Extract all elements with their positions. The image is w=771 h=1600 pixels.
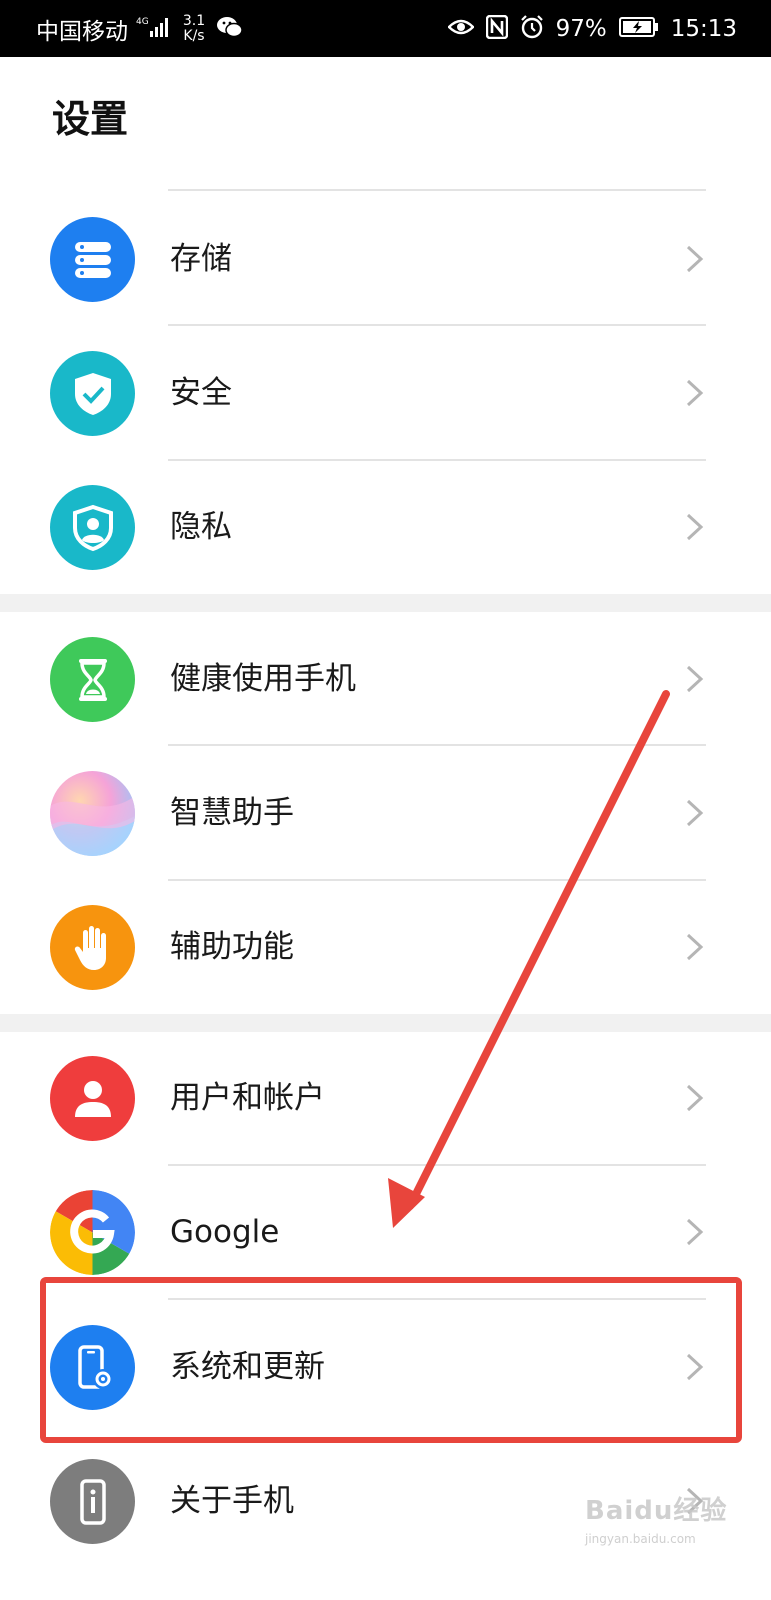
settings-item-label: 健康使用手机 (170, 661, 356, 697)
settings-item-label: 关于手机 (170, 1483, 294, 1519)
chevron-right-icon (686, 799, 704, 827)
nfc-icon (485, 14, 508, 43)
settings-item-label: 隐私 (170, 509, 232, 545)
about-phone-icon (50, 1459, 135, 1544)
status-bar: 中国移动 4G 3.1 K/s 97% 15:13 (0, 0, 771, 57)
settings-item-label: 用户和帐户 (170, 1080, 325, 1116)
watermark-logo: Baidu经验 (585, 1496, 728, 1526)
user-icon (50, 1056, 135, 1141)
watermark-url: jingyan.baidu.com (585, 1532, 696, 1546)
settings-item-label: 智慧助手 (170, 795, 294, 831)
settings-item-privacy[interactable]: 隐私 (0, 459, 771, 595)
settings-item-users-accounts[interactable]: 用户和帐户 (0, 1030, 771, 1166)
carrier-name: 中国移动 (36, 18, 128, 45)
hourglass-icon (50, 637, 135, 722)
signal-icon: 4G (136, 15, 172, 43)
settings-item-digital-balance[interactable]: 健康使用手机 (0, 611, 771, 747)
svg-text:4G: 4G (136, 17, 149, 27)
settings-item-security[interactable]: 安全 (0, 325, 771, 461)
chevron-right-icon (686, 245, 704, 273)
wechat-icon (216, 15, 244, 43)
settings-item-storage[interactable]: 存储 (0, 191, 771, 327)
settings-item-smart-assistant[interactable]: 智慧助手 (0, 745, 771, 881)
settings-item-label: 辅助功能 (170, 929, 294, 965)
battery-percent: 97% (555, 15, 607, 42)
settings-item-label: 安全 (170, 375, 232, 411)
google-icon (50, 1190, 135, 1275)
security-shield-icon (50, 351, 135, 436)
settings-item-label: 存储 (170, 241, 232, 277)
eye-comfort-icon (446, 17, 475, 41)
chevron-right-icon (686, 665, 704, 693)
privacy-icon (50, 485, 135, 570)
network-speed: 3.1 K/s (182, 12, 206, 44)
chevron-right-icon (686, 513, 704, 541)
clock: 15:13 (670, 15, 737, 42)
highlight-box (40, 1277, 742, 1443)
section-gap (0, 594, 771, 612)
page-title: 设置 (52, 97, 129, 141)
settings-item-accessibility[interactable]: 辅助功能 (0, 879, 771, 1015)
alarm-icon (520, 14, 544, 43)
chevron-right-icon (686, 1218, 704, 1246)
hand-icon (50, 905, 135, 990)
storage-icon (50, 217, 135, 302)
assistant-icon (50, 771, 135, 856)
battery-charging-icon (618, 16, 659, 42)
chevron-right-icon (686, 379, 704, 407)
chevron-right-icon (686, 933, 704, 961)
chevron-right-icon (686, 1084, 704, 1112)
